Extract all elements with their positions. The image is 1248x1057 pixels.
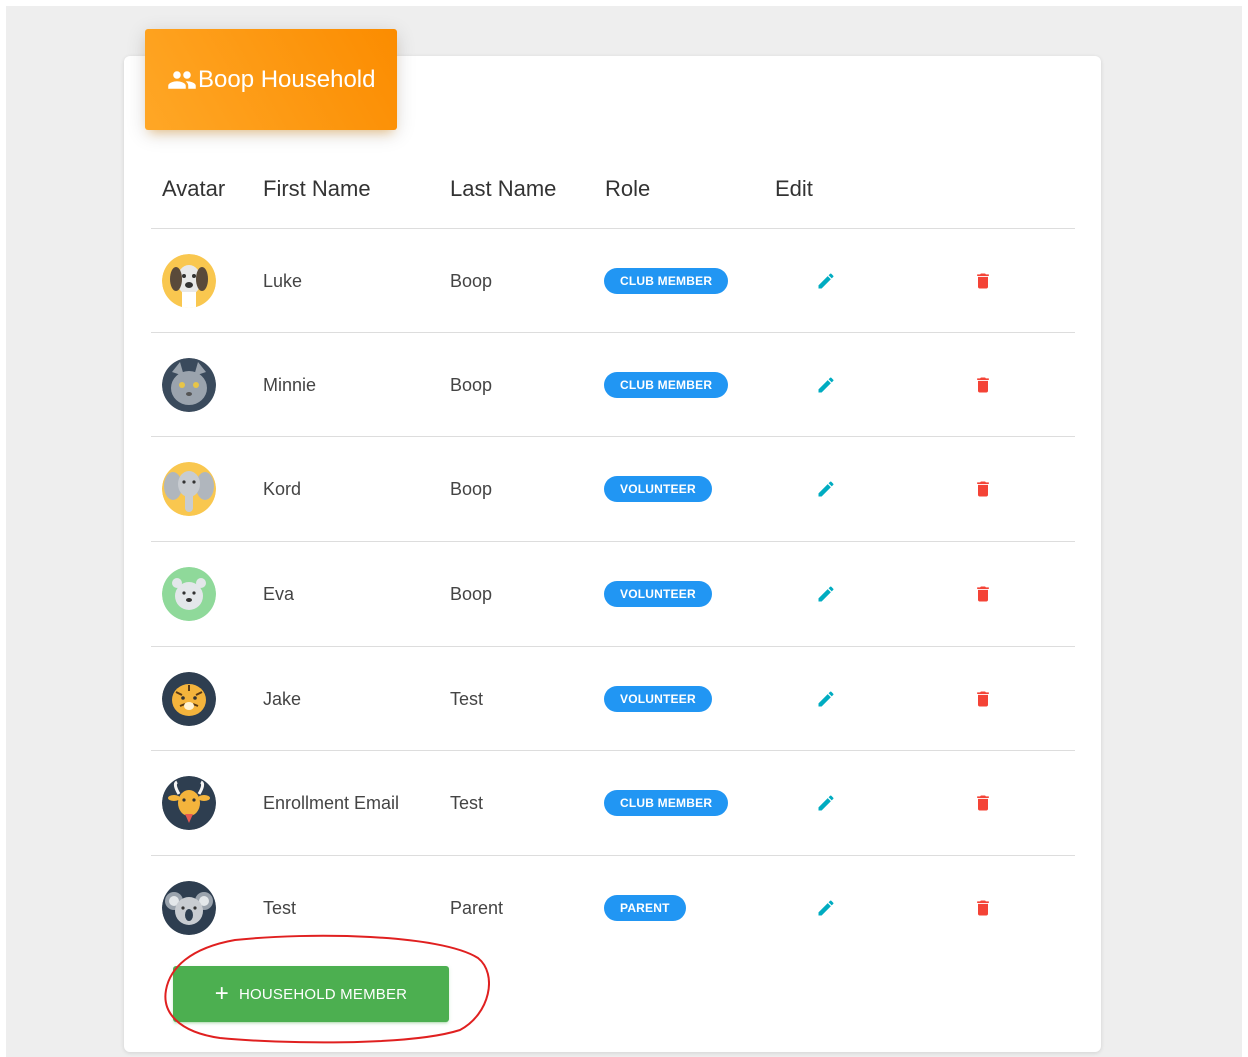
table-row: Minnie Boop CLUB MEMBER <box>151 332 1075 437</box>
last-name-cell: Test <box>450 792 484 813</box>
last-name-cell: Test <box>450 688 484 709</box>
table-row: Enrollment Email Test CLUB MEMBER <box>151 750 1075 855</box>
cat-avatar <box>162 358 216 412</box>
edit-button[interactable] <box>814 373 838 397</box>
people-icon <box>168 70 196 89</box>
delete-button[interactable] <box>971 896 995 920</box>
pencil-icon <box>818 900 834 916</box>
last-name-cell: Boop <box>450 374 493 395</box>
koala-avatar <box>162 881 216 935</box>
delete-button[interactable] <box>971 477 995 501</box>
table-row: Kord Boop VOLUNTEER <box>151 436 1075 541</box>
table-row: Jake Test VOLUNTEER <box>151 646 1075 751</box>
plus-icon: + <box>214 980 229 1007</box>
column-header-last-name[interactable]: Last Name <box>450 176 556 202</box>
trash-icon <box>977 481 989 497</box>
edit-button[interactable] <box>814 791 838 815</box>
column-header-edit: Edit <box>775 176 813 201</box>
role-badge: CLUB MEMBER <box>604 790 729 816</box>
delete-button[interactable] <box>971 269 995 293</box>
last-name-cell: Boop <box>450 478 493 499</box>
trash-icon <box>977 586 989 602</box>
delete-button[interactable] <box>971 582 995 606</box>
column-header-first-name[interactable]: First Name <box>263 176 371 202</box>
tiger-avatar <box>162 672 216 726</box>
pencil-icon <box>818 481 834 497</box>
elephant-avatar <box>162 462 216 516</box>
goat-avatar <box>162 776 216 830</box>
delete-button[interactable] <box>971 791 995 815</box>
delete-button[interactable] <box>971 687 995 711</box>
trash-icon <box>977 691 989 707</box>
first-name-cell: Test <box>263 897 297 918</box>
pencil-icon <box>818 273 834 289</box>
add-household-member-label: HOUSEHOLD MEMBER <box>238 985 408 1003</box>
first-name-cell: Jake <box>263 688 302 709</box>
role-badge: VOLUNTEER <box>604 686 712 712</box>
last-name-cell: Boop <box>450 270 493 291</box>
dog-avatar <box>162 254 216 308</box>
edit-button[interactable] <box>814 687 838 711</box>
role-badge: CLUB MEMBER <box>604 372 729 398</box>
pencil-icon <box>818 795 834 811</box>
pencil-icon <box>818 586 834 602</box>
edit-button[interactable] <box>814 896 838 920</box>
role-badge: VOLUNTEER <box>604 476 712 502</box>
edit-button[interactable] <box>814 477 838 501</box>
trash-icon <box>977 900 989 916</box>
trash-icon <box>977 377 989 393</box>
trash-icon <box>977 795 989 811</box>
polar-bear-avatar <box>162 567 216 621</box>
edit-button[interactable] <box>814 269 838 293</box>
table-row: Luke Boop CLUB MEMBER <box>151 228 1075 333</box>
first-name-cell: Luke <box>263 270 303 291</box>
last-name-cell: Boop <box>450 583 493 604</box>
column-header-avatar: Avatar <box>162 176 226 201</box>
add-household-member-button[interactable]: + HOUSEHOLD MEMBER <box>173 966 449 1022</box>
last-name-cell: Parent <box>450 897 504 918</box>
first-name-cell: Eva <box>263 583 295 604</box>
table-row: Eva Boop VOLUNTEER <box>151 541 1075 646</box>
household-title: Boop Household <box>198 65 376 93</box>
delete-button[interactable] <box>971 373 995 397</box>
role-badge: CLUB MEMBER <box>604 268 729 294</box>
edit-button[interactable] <box>814 582 838 606</box>
first-name-cell: Minnie <box>263 374 317 395</box>
column-header-role[interactable]: Role <box>605 176 650 202</box>
role-badge: PARENT <box>604 895 686 921</box>
pencil-icon <box>818 691 834 707</box>
pencil-icon <box>818 377 834 393</box>
trash-icon <box>977 273 989 289</box>
first-name-cell: Enrollment Email <box>263 792 400 813</box>
first-name-cell: Kord <box>263 478 302 499</box>
household-card-header: Boop Household <box>145 29 397 130</box>
role-badge: VOLUNTEER <box>604 581 712 607</box>
table-row: Test Parent PARENT <box>151 855 1075 960</box>
